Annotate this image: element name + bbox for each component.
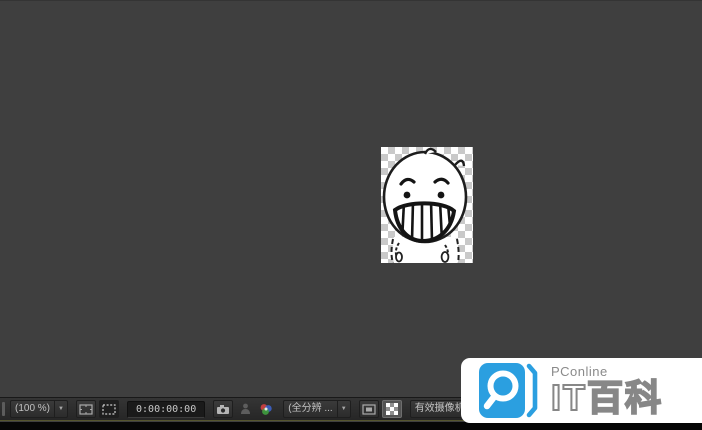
grid-and-guides-button[interactable] — [76, 400, 96, 418]
panel-bottom-strip — [0, 422, 702, 430]
snapshot-camera-icon — [216, 404, 230, 415]
chevron-down-icon[interactable]: ▼ — [55, 400, 68, 418]
show-last-snapshot-icon — [240, 403, 251, 415]
show-channel-icon — [259, 403, 273, 416]
grid-icon — [79, 404, 93, 415]
resolution-dropdown[interactable]: (全分辨 ... ▼ — [283, 400, 350, 418]
itbaike-logo-icon — [467, 361, 545, 421]
snapshot-button[interactable] — [213, 400, 233, 418]
chevron-down-icon[interactable]: ▼ — [338, 400, 351, 418]
transparency-grid-button[interactable] — [382, 400, 402, 418]
magnification-dropdown[interactable]: (100 %) ▼ — [10, 400, 68, 418]
transparency-grid-icon — [386, 403, 398, 415]
after-effects-composition-panel: (100 %) ▼ 0:00:00:00 — [0, 0, 702, 430]
show-snapshot-button[interactable] — [236, 400, 254, 418]
cartoon-character-image — [381, 147, 473, 263]
composition-viewer[interactable] — [0, 0, 702, 397]
timecode-field[interactable]: 0:00:00:00 — [127, 401, 205, 418]
magnification-value: (100 %) — [10, 400, 55, 418]
target-region-icon — [362, 404, 376, 415]
watermark-badge: PConline IT百科 — [461, 358, 702, 423]
show-channel-button[interactable] — [257, 400, 275, 418]
watermark-title: IT百科 — [551, 380, 663, 416]
scrollbar-corner — [2, 402, 5, 416]
target-region-button[interactable] — [359, 400, 379, 418]
region-of-interest-button[interactable] — [99, 400, 119, 418]
resolution-value: (全分辨 ... — [283, 400, 337, 418]
region-of-interest-icon — [102, 404, 116, 415]
composition-canvas — [381, 147, 473, 263]
watermark-text: PConline IT百科 — [551, 365, 663, 416]
